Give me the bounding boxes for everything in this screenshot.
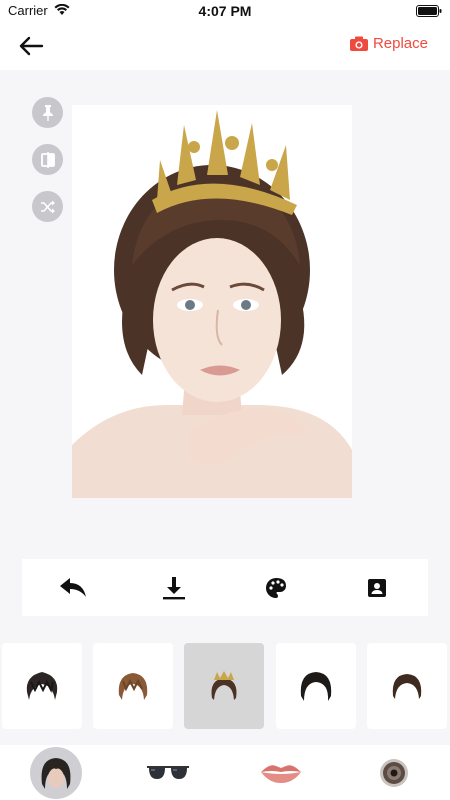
battery-icon	[416, 4, 442, 20]
category-glasses[interactable]	[142, 747, 194, 799]
black-messy-hair-icon	[26, 672, 58, 700]
replace-button[interactable]: Replace	[349, 35, 428, 52]
hairstyle-card-1[interactable]	[2, 643, 82, 729]
black-bob-hair-icon	[300, 672, 332, 701]
side-tools	[32, 97, 63, 222]
compare-button[interactable]	[32, 144, 63, 175]
top-bar: Replace	[0, 22, 450, 70]
pin-icon	[42, 104, 53, 121]
compare-icon	[40, 151, 55, 168]
hairstyle-strip	[0, 643, 450, 729]
editor-canvas	[0, 70, 450, 550]
lips-category-icon	[261, 765, 301, 783]
contact-lens-category-icon	[380, 759, 408, 787]
palette-icon	[265, 577, 286, 598]
pin-button[interactable]	[32, 97, 63, 128]
category-contact-lens[interactable]	[368, 747, 420, 799]
portrait-photo	[72, 105, 352, 498]
hairstyle-card-5[interactable]	[367, 643, 447, 729]
replace-label: Replace	[372, 35, 428, 52]
hairstyle-card-4[interactable]	[276, 643, 356, 729]
sunglasses-category-icon	[147, 766, 189, 779]
shuffle-button[interactable]	[32, 191, 63, 222]
action-bar	[22, 559, 428, 616]
undo-button[interactable]	[22, 559, 124, 616]
download-icon	[163, 576, 186, 599]
undo-icon	[59, 577, 86, 597]
back-arrow-icon	[19, 36, 44, 56]
status-bar: Carrier 4:07 PM	[0, 0, 450, 22]
portrait-button[interactable]	[327, 559, 429, 616]
download-button[interactable]	[124, 559, 226, 616]
status-time: 4:07 PM	[198, 3, 252, 19]
hairstyle-card-3[interactable]	[184, 643, 264, 729]
palette-button[interactable]	[225, 559, 327, 616]
hairstyle-card-2[interactable]	[93, 643, 173, 729]
dark-brown-short-hair-icon	[392, 674, 422, 699]
category-hair[interactable]	[30, 747, 82, 799]
brown-shaggy-hair-icon	[118, 673, 148, 700]
category-lips[interactable]	[255, 747, 307, 799]
camera-icon	[349, 36, 368, 51]
crown-updo-hair-icon	[211, 671, 237, 700]
back-button[interactable]	[16, 32, 46, 60]
hair-category-icon	[41, 758, 71, 789]
portrait-icon	[368, 578, 387, 597]
shuffle-icon	[40, 200, 55, 213]
category-bar	[0, 745, 450, 800]
